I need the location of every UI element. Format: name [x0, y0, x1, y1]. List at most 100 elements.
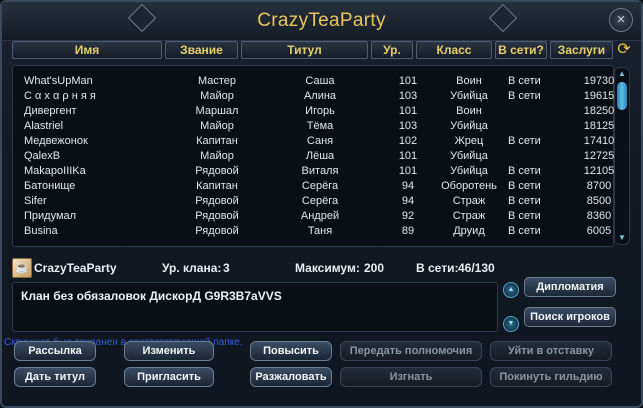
member-name: QalexB — [24, 150, 61, 162]
member-title: Виталя — [301, 165, 339, 177]
member-row[interactable]: Alastriel Майор Тёма 103 Убийца 18125 — [12, 119, 614, 134]
member-name: Дивергент — [24, 105, 77, 117]
member-level: 102 — [398, 135, 418, 147]
member-online: В сети — [508, 225, 541, 237]
title-bar[interactable]: CrazyTeaParty × — [2, 2, 641, 41]
resign-button[interactable]: Уйти в отставку — [490, 341, 612, 361]
member-title: Серёга — [301, 195, 339, 207]
guild-max-label: Максимум: — [295, 261, 360, 275]
member-name: Sifer — [24, 195, 47, 207]
motd-scroll-up-icon[interactable]: ▲ — [503, 282, 519, 298]
promote-button[interactable]: Повысить — [250, 341, 332, 361]
member-class: Страж — [452, 195, 486, 207]
member-level: 101 — [398, 105, 418, 117]
member-online: В сети — [508, 165, 541, 177]
member-row[interactable]: Дивергент Маршал Игорь 101 Воин 18250 — [12, 104, 614, 119]
member-level: 101 — [398, 75, 418, 87]
member-title: Андрей — [300, 210, 340, 222]
member-level: 103 — [398, 90, 418, 102]
member-row[interactable]: What'sUpMan Мастер Саша 101 Воин В сети 19730 — [12, 74, 614, 89]
member-online: В сети — [508, 195, 541, 207]
column-header-rank[interactable]: Звание — [165, 41, 238, 59]
member-row[interactable]: Медвежонок Капитан Саня 102 Жрец В сети 17410 — [12, 134, 614, 149]
member-row[interactable]: Придумал Рядовой Андрей 92 Страж В сети 8360 — [12, 209, 612, 224]
motd-text: Клан без обязаловок ДискорД G9R3B7aVVS — [21, 289, 282, 303]
column-header-online[interactable]: В сети? — [495, 41, 547, 59]
member-row[interactable]: QalexB Майор Лёша 101 Убийца 12725 — [12, 149, 614, 164]
member-name: Батонище — [24, 180, 76, 192]
member-title: Саша — [305, 75, 335, 87]
diplomacy-button[interactable]: Дипломатия — [524, 277, 616, 297]
member-title: Лёша — [305, 150, 335, 162]
member-online — [508, 119, 556, 134]
scroll-thumb[interactable] — [617, 82, 627, 110]
search-players-button[interactable]: Поиск игроков — [524, 307, 616, 327]
guild-online-value: 46/130 — [458, 261, 495, 275]
member-name: Придумал — [24, 210, 77, 222]
invite-button[interactable]: Пригласить — [124, 367, 214, 387]
member-title: Тёма — [306, 120, 334, 132]
member-class: Убийца — [450, 150, 488, 162]
member-rank: Капитан — [196, 180, 238, 192]
close-icon: × — [616, 11, 626, 28]
member-class: Жрец — [454, 135, 484, 147]
member-level: 92 — [401, 210, 415, 222]
demote-button[interactable]: Разжаловать — [250, 367, 332, 387]
member-level: 94 — [401, 180, 415, 192]
column-header-level[interactable]: Ур. — [371, 41, 413, 59]
motd-scroll-down-icon[interactable]: ▼ — [503, 316, 519, 332]
give-title-button[interactable]: Дать титул — [14, 367, 96, 387]
member-title: Серёга — [301, 180, 339, 192]
member-row[interactable]: Busina Рядовой Таня 89 Друид В сети 6005 — [12, 224, 612, 239]
member-title: Игорь — [305, 105, 335, 117]
column-header-title[interactable]: Титул — [241, 41, 368, 59]
member-class: Воин — [456, 105, 482, 117]
mailing-button[interactable]: Рассылка — [14, 341, 96, 361]
member-rank: Капитан — [196, 135, 238, 147]
guild-online-label: В сети: — [416, 261, 459, 275]
member-list-scrollbar[interactable]: ▲ ▼ — [614, 67, 630, 245]
member-row[interactable]: Батонище Капитан Серёга 94 Оборотень В сети 87… — [12, 179, 612, 194]
refresh-icon[interactable]: ⟳ — [615, 41, 633, 59]
kick-button[interactable]: Изгнать — [340, 367, 482, 387]
member-online: В сети — [508, 180, 541, 192]
scroll-down-icon[interactable]: ▼ — [616, 233, 628, 243]
member-class: Оборотень — [441, 180, 497, 192]
member-title: Таня — [307, 225, 333, 237]
member-class: Убийца — [450, 90, 488, 102]
column-header-name[interactable]: Имя — [12, 41, 162, 59]
guild-max-value: 200 — [364, 261, 385, 275]
member-row[interactable]: С α х α ρ н я я Майор Алина 103 Убийца В сети… — [12, 89, 614, 104]
member-level: 103 — [398, 120, 418, 132]
member-rank: Мастер — [197, 75, 237, 87]
member-level: 101 — [398, 165, 418, 177]
column-header-class[interactable]: Класс — [416, 41, 492, 59]
member-level: 94 — [401, 195, 415, 207]
leave-guild-button[interactable]: Покинуть гильдию — [490, 367, 612, 387]
close-button[interactable]: × — [609, 8, 633, 32]
column-header-merit[interactable]: Заслуги — [550, 41, 613, 59]
member-level: 101 — [398, 150, 418, 162]
member-title: Саня — [306, 135, 334, 147]
member-row[interactable]: MakapoIIIKa Рядовой Виталя 101 Убийца В сети 1… — [12, 164, 614, 179]
member-name: Медвежонок — [24, 135, 88, 147]
member-row[interactable]: Sifer Рядовой Серёга 94 Страж В сети 8500 — [12, 194, 612, 209]
member-online: В сети — [508, 135, 541, 147]
member-online — [508, 104, 556, 119]
member-rank: Рядовой — [195, 195, 239, 207]
message-of-the-day[interactable]: Клан без обязаловок ДискорД G9R3B7aVVS — [12, 282, 498, 332]
transfer-authority-button[interactable]: Передать полномочия — [340, 341, 482, 361]
window-title: CrazyTeaParty — [257, 10, 386, 31]
edit-button[interactable]: Изменить — [124, 341, 214, 361]
member-rank: Майор — [200, 120, 234, 132]
member-class: Убийца — [450, 120, 488, 132]
member-online: В сети — [508, 75, 541, 87]
member-name: MakapoIIIKa — [24, 165, 86, 177]
member-name: Busina — [24, 225, 58, 237]
guild-emblem-icon: ☕ — [12, 258, 32, 278]
member-class: Воин — [456, 75, 482, 87]
scroll-up-icon[interactable]: ▲ — [616, 69, 628, 79]
member-online — [508, 149, 556, 164]
member-online: В сети — [508, 210, 541, 222]
member-rank: Маршал — [195, 105, 239, 117]
